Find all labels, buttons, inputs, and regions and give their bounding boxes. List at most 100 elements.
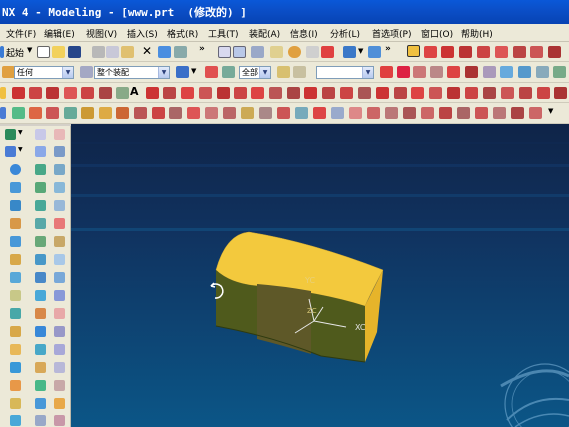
extrude-icon[interactable] bbox=[35, 129, 46, 140]
menu-info[interactable]: 信息(I) bbox=[290, 27, 318, 40]
paste-icon[interactable] bbox=[121, 46, 134, 58]
edit-curve-icon[interactable] bbox=[483, 87, 496, 99]
grid-icon[interactable] bbox=[536, 66, 549, 78]
styled-blend-icon[interactable] bbox=[35, 254, 46, 265]
extension-icon[interactable] bbox=[35, 236, 46, 247]
delete-edge-icon[interactable] bbox=[35, 344, 46, 355]
pad-icon[interactable] bbox=[349, 107, 362, 119]
thicken-icon[interactable] bbox=[64, 107, 77, 119]
fillet-curve-icon[interactable] bbox=[46, 87, 59, 99]
flange-icon[interactable] bbox=[54, 308, 65, 319]
transition-icon[interactable] bbox=[10, 254, 21, 265]
trim-curve-icon[interactable] bbox=[181, 87, 194, 99]
helix-icon[interactable] bbox=[81, 87, 94, 99]
xform-icon[interactable] bbox=[313, 107, 326, 119]
shell-icon[interactable] bbox=[259, 107, 272, 119]
menu-window[interactable]: 窗口(O) bbox=[421, 27, 453, 40]
menu-analysis[interactable]: 分析(L) bbox=[330, 27, 360, 40]
soft-blend-icon[interactable] bbox=[54, 290, 65, 301]
cone-icon[interactable] bbox=[54, 146, 65, 157]
refresh-icon[interactable] bbox=[288, 46, 301, 58]
mirror-icon[interactable] bbox=[421, 107, 434, 119]
divide-icon[interactable] bbox=[199, 87, 212, 99]
slot-icon[interactable] bbox=[367, 107, 380, 119]
chevron-more-icon[interactable]: » bbox=[199, 44, 205, 54]
text-icon[interactable]: A bbox=[130, 85, 139, 98]
wrap-icon[interactable] bbox=[394, 87, 407, 99]
edit-params-icon[interactable] bbox=[501, 87, 514, 99]
move-pole-icon[interactable] bbox=[10, 362, 21, 373]
offset-surface-icon[interactable] bbox=[10, 236, 21, 247]
curve-icon[interactable] bbox=[397, 66, 410, 78]
clear-icon[interactable] bbox=[293, 66, 306, 78]
bounded-plane-icon[interactable] bbox=[10, 218, 21, 229]
arc-icon[interactable] bbox=[29, 87, 42, 99]
select-arrow-icon[interactable] bbox=[407, 45, 420, 57]
save-icon[interactable] bbox=[68, 46, 81, 58]
surface-icon[interactable] bbox=[10, 182, 21, 193]
untrim-icon[interactable] bbox=[169, 107, 182, 119]
select-option-dropdown-icon[interactable]: ▼ bbox=[191, 67, 196, 75]
project-icon[interactable] bbox=[465, 66, 478, 78]
section-surface-icon[interactable] bbox=[54, 200, 65, 211]
trim-icon[interactable] bbox=[430, 66, 443, 78]
rotate-view-icon[interactable] bbox=[495, 46, 508, 58]
section-curve-icon[interactable] bbox=[358, 87, 371, 99]
new-file-icon[interactable] bbox=[37, 46, 50, 58]
chamfer-icon[interactable] bbox=[287, 87, 300, 99]
pan-icon[interactable] bbox=[477, 46, 490, 58]
zoom-icon[interactable] bbox=[459, 46, 472, 58]
block-dropdown-icon[interactable]: ▼ bbox=[18, 146, 23, 153]
properties-icon[interactable] bbox=[174, 46, 187, 58]
menu-file[interactable]: 文件(F) bbox=[6, 27, 36, 40]
pocket-icon[interactable] bbox=[331, 107, 344, 119]
menu-help[interactable]: 帮助(H) bbox=[461, 27, 493, 40]
layer-select[interactable]: ▼ bbox=[316, 66, 374, 79]
menu-format[interactable]: 格式(R) bbox=[167, 27, 198, 40]
sketch-icon[interactable] bbox=[5, 129, 16, 140]
wcs-icon[interactable] bbox=[518, 66, 531, 78]
measure-icon[interactable] bbox=[548, 46, 561, 58]
join-icon[interactable] bbox=[304, 87, 317, 99]
block-icon[interactable] bbox=[5, 146, 16, 157]
isoparametric-icon[interactable] bbox=[465, 87, 478, 99]
face-blend-icon[interactable] bbox=[223, 107, 236, 119]
curvature-icon[interactable] bbox=[554, 87, 567, 99]
snap-icon[interactable] bbox=[424, 46, 437, 58]
change-degree-icon[interactable] bbox=[54, 344, 65, 355]
simplify-icon[interactable] bbox=[429, 87, 442, 99]
ruled-icon[interactable] bbox=[10, 200, 21, 211]
silhouette-flange-icon[interactable] bbox=[35, 308, 46, 319]
graphics-viewport[interactable]: XC YC ZC bbox=[71, 124, 569, 427]
patch-icon[interactable] bbox=[46, 107, 59, 119]
assembly-scope-select[interactable]: 整个装配 ▼ bbox=[94, 66, 170, 79]
fit-icon[interactable] bbox=[441, 46, 454, 58]
subtract-icon[interactable] bbox=[457, 107, 470, 119]
blend-icon[interactable] bbox=[205, 107, 218, 119]
toolbar-options-icon[interactable]: ▼ bbox=[548, 107, 553, 115]
type-filter-select[interactable]: 任何 ▼ bbox=[14, 66, 74, 79]
n-sided-icon[interactable] bbox=[35, 218, 46, 229]
split-face-icon[interactable] bbox=[54, 326, 65, 337]
view-dropdown-icon[interactable]: ▼ bbox=[358, 47, 363, 55]
chevron-more-icon[interactable]: » bbox=[385, 44, 391, 54]
through-curves-icon[interactable] bbox=[35, 182, 46, 193]
csys-icon[interactable] bbox=[500, 66, 513, 78]
offset-icon[interactable] bbox=[413, 66, 426, 78]
datum-icon[interactable] bbox=[483, 66, 496, 78]
menu-insert[interactable]: 插入(S) bbox=[127, 27, 158, 40]
sketch-dropdown-icon[interactable]: ▼ bbox=[18, 129, 23, 136]
body-icon[interactable] bbox=[54, 415, 65, 426]
intersect-icon[interactable] bbox=[340, 87, 353, 99]
draft-icon[interactable] bbox=[187, 107, 200, 119]
circle-icon[interactable] bbox=[217, 87, 230, 99]
unite-icon[interactable] bbox=[439, 107, 452, 119]
edge-blend-icon[interactable] bbox=[10, 290, 21, 301]
menu-preferences[interactable]: 首选项(P) bbox=[372, 27, 411, 40]
chamfer-edge-icon[interactable] bbox=[241, 107, 254, 119]
studio-surface-icon[interactable] bbox=[54, 218, 65, 229]
menu-tools[interactable]: 工具(T) bbox=[208, 27, 239, 40]
global-shaping-icon[interactable] bbox=[54, 254, 65, 265]
line-icon[interactable] bbox=[12, 87, 25, 99]
stiffness-icon[interactable] bbox=[54, 380, 65, 391]
